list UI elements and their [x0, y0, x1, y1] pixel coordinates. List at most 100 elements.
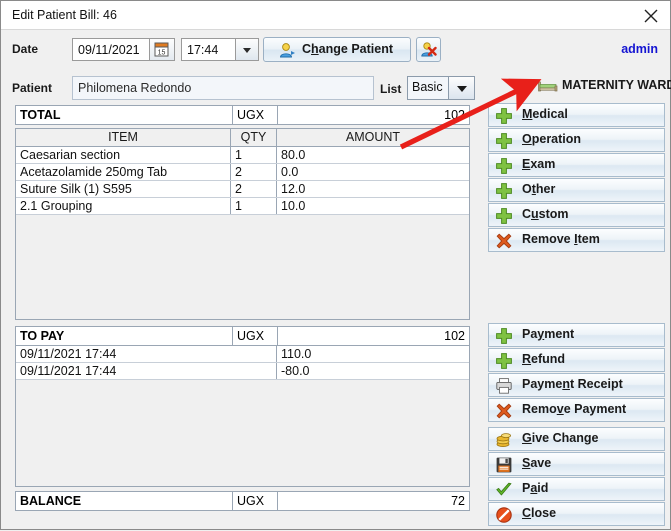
other-button[interactable]: Other: [488, 178, 665, 202]
cell-qty: 2: [235, 165, 242, 179]
medical-label: Medical: [522, 107, 568, 121]
exam-label: Exam: [522, 157, 556, 171]
close-button[interactable]: Close: [488, 502, 665, 526]
balance-currency: UGX: [232, 492, 277, 510]
cross-red-icon: [496, 233, 512, 249]
chevron-down-icon[interactable]: [236, 38, 259, 61]
chevron-down-icon[interactable]: [449, 76, 475, 100]
user-swap-icon: [280, 43, 295, 58]
items-table-header: ITEM QTY AMOUNT: [16, 129, 469, 147]
remove-payment-label: Remove Payment: [522, 402, 627, 416]
date-input[interactable]: 09/11/2021: [72, 38, 150, 61]
patient-label: Patient: [12, 81, 53, 95]
close-label: Close: [522, 506, 557, 520]
table-row[interactable]: Suture Silk (1) S595 2 12.0: [16, 181, 469, 198]
floppy-icon: [496, 457, 512, 473]
admin-user-label[interactable]: admin: [621, 42, 658, 56]
calendar-icon[interactable]: 15: [150, 38, 175, 61]
cell-amount: 10.0: [281, 199, 306, 213]
cell-item: Caesarian section: [20, 148, 121, 162]
cell-item: Acetazolamide 250mg Tab: [20, 165, 168, 179]
plus-green-icon: [496, 328, 512, 344]
custom-label: Custom: [522, 207, 569, 221]
items-table[interactable]: ITEM QTY AMOUNT Caesarian section 1 80.0…: [15, 128, 470, 320]
window-title: Edit Patient Bill: 46: [12, 8, 117, 22]
other-label: Other: [522, 182, 556, 196]
cell-item: 2.1 Grouping: [20, 199, 93, 213]
balance-label: BALANCE: [20, 494, 82, 508]
check-green-icon: [496, 482, 512, 496]
plus-green-icon: [496, 133, 512, 149]
column-header-amount[interactable]: AMOUNT: [277, 129, 469, 147]
custom-button[interactable]: Custom: [488, 203, 665, 227]
payments-table-empty-area[interactable]: [16, 380, 469, 486]
topay-row: TO PAY UGX 102: [15, 326, 470, 346]
payment-receipt-label: Payment Receipt: [522, 377, 623, 391]
plus-green-icon: [496, 108, 512, 124]
no-entry-icon: [496, 507, 512, 523]
give-change-button[interactable]: Give Change: [488, 427, 665, 451]
paid-label: Paid: [522, 481, 549, 495]
user-delete-icon: [421, 42, 437, 57]
balance-row: BALANCE UGX 72: [15, 491, 470, 511]
total-row: TOTAL UGX 102: [15, 105, 470, 125]
exam-button[interactable]: Exam: [488, 153, 665, 177]
plus-green-icon: [496, 158, 512, 174]
table-row[interactable]: 09/11/2021 17:44 -80.0: [16, 363, 469, 380]
cell-payment-date: 09/11/2021 17:44: [20, 347, 117, 361]
printer-icon: [496, 378, 512, 394]
time-input[interactable]: 17:44: [181, 38, 236, 61]
payment-button[interactable]: Payment: [488, 323, 665, 347]
balance-amount: 72: [277, 492, 469, 510]
cell-qty: 1: [235, 148, 242, 162]
cross-red-icon: [496, 403, 512, 419]
medical-button[interactable]: Medical: [488, 103, 665, 127]
table-row[interactable]: 09/11/2021 17:44 110.0: [16, 346, 469, 363]
close-icon[interactable]: [640, 6, 662, 26]
paid-button[interactable]: Paid: [488, 477, 665, 501]
remove-item-button[interactable]: Remove Item: [488, 228, 665, 252]
cell-payment-date: 09/11/2021 17:44: [20, 364, 117, 378]
bed-icon: [538, 81, 558, 92]
total-label: TOTAL: [20, 108, 61, 122]
save-label: Save: [522, 456, 552, 470]
remove-payment-button[interactable]: Remove Payment: [488, 398, 665, 422]
cell-item: Suture Silk (1) S595: [20, 182, 132, 196]
change-patient-button[interactable]: Change Patient: [263, 37, 411, 62]
table-row[interactable]: 2.1 Grouping 1 10.0: [16, 198, 469, 215]
cell-payment-amount: 110.0: [281, 347, 312, 361]
list-label: List: [380, 82, 402, 96]
remove-patient-button[interactable]: [416, 37, 441, 62]
topay-label: TO PAY: [20, 329, 65, 343]
cell-amount: 12.0: [281, 182, 306, 196]
table-row[interactable]: Caesarian section 1 80.0: [16, 147, 469, 164]
cell-amount: 0.0: [281, 165, 299, 179]
total-amount: 102: [277, 106, 469, 124]
patient-name-field[interactable]: Philomena Redondo: [72, 76, 374, 100]
refund-button[interactable]: Refund: [488, 348, 665, 372]
payment-label: Payment: [522, 327, 575, 341]
refund-label: Refund: [522, 352, 566, 366]
cell-qty: 1: [235, 199, 242, 213]
plus-green-icon: [496, 208, 512, 224]
column-header-item[interactable]: ITEM: [16, 129, 230, 147]
topay-amount: 102: [277, 327, 469, 345]
table-row[interactable]: Acetazolamide 250mg Tab 2 0.0: [16, 164, 469, 181]
date-label: Date: [12, 42, 39, 56]
coins-icon: [496, 433, 511, 447]
list-select[interactable]: Basic: [407, 76, 449, 100]
plus-green-icon: [496, 353, 512, 369]
plus-green-icon: [496, 183, 512, 199]
remove-item-label: Remove Item: [522, 232, 600, 246]
operation-button[interactable]: Operation: [488, 128, 665, 152]
payments-table[interactable]: 09/11/2021 17:44 110.0 09/11/2021 17:44 …: [15, 345, 470, 487]
items-table-empty-area[interactable]: [16, 215, 469, 319]
window-titlebar: Edit Patient Bill: 46: [1, 1, 670, 30]
column-header-qty[interactable]: QTY: [231, 129, 276, 147]
payment-receipt-button[interactable]: Payment Receipt: [488, 373, 665, 397]
change-patient-label: Change Patient: [302, 42, 393, 56]
edit-patient-bill-window: Edit Patient Bill: 46 Date 09/11/2021 15…: [0, 0, 671, 530]
save-button[interactable]: Save: [488, 452, 665, 476]
cell-qty: 2: [235, 182, 242, 196]
cell-payment-amount: -80.0: [281, 364, 310, 378]
